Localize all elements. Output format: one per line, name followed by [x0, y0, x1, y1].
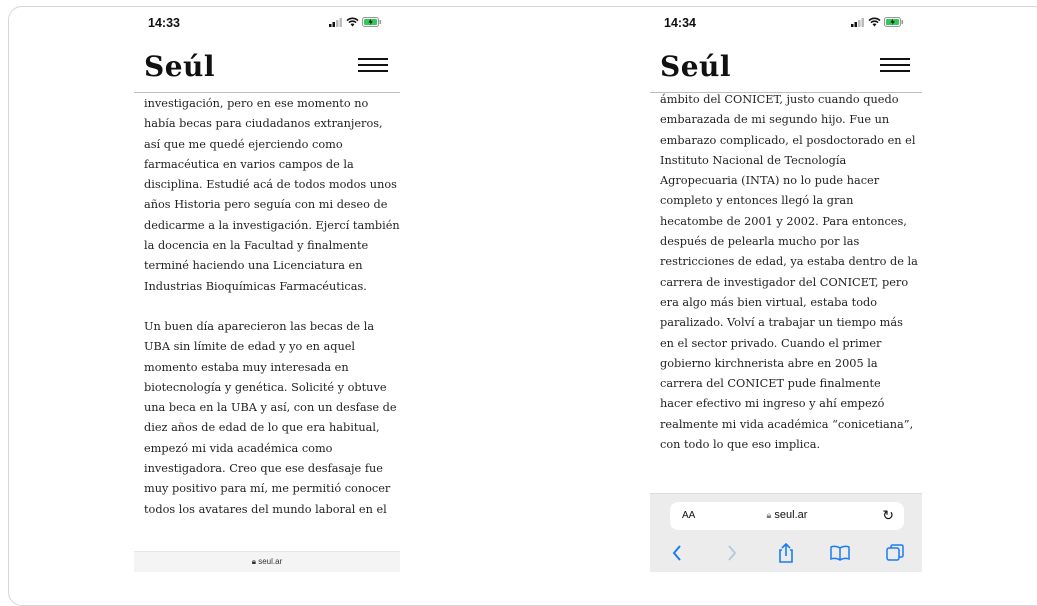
text-line: dedicarme a la investigación. Ejercí tam…: [144, 218, 400, 232]
phone-screen-right: 14:34 Seúl ámbito del CONICET, justo cua…: [650, 10, 922, 572]
hamburger-menu-icon[interactable]: [358, 58, 388, 74]
article-body: ámbito del CONICET, justo cuando quedo e…: [660, 90, 918, 455]
text-line: hecatombe de 2001 y 2002. Para entonces,: [660, 214, 907, 228]
url-footer[interactable]: 🔒︎ seul.ar: [134, 551, 400, 572]
phone-screen-left: 14:33 Seúl investigación, pero en ese mo…: [134, 10, 400, 572]
text-line: diez años de edad de lo que era habitual…: [144, 421, 380, 435]
signal-icon: [329, 17, 342, 27]
text-line: una beca en la UBA y así, con un desfase…: [144, 401, 397, 415]
footer-url: seul.ar: [258, 557, 283, 566]
text-line: años Historia pero seguía con mi deseo d…: [144, 198, 388, 212]
text-line: Industrias Bioquímicas Farmacéuticas.: [144, 279, 367, 293]
text-line: Instituto Nacional de Tecnología: [660, 153, 847, 167]
lock-icon: 🔒︎: [766, 510, 772, 520]
address-bar[interactable]: AA 🔒︎ seul.ar ↻: [670, 502, 904, 530]
battery-icon: [884, 17, 903, 27]
wifi-icon: [346, 17, 359, 27]
article-paragraph: Un buen día aparecieron las becas de la …: [144, 317, 397, 520]
text-line: terminé haciendo una Licenciatura en: [144, 259, 363, 273]
article-paragraph: ámbito del CONICET, justo cuando quedo e…: [660, 90, 918, 455]
browser-bar: AA 🔒︎ seul.ar ↻: [650, 493, 922, 572]
text-line: Agropecuaria (INTA) no lo pude hacer: [660, 174, 880, 188]
status-icons: [329, 17, 382, 27]
text-line: Un buen día aparecieron las becas de la: [144, 319, 375, 333]
text-line: embarazada de mi segundo hijo. Fue un: [660, 113, 890, 127]
browser-toolbar: [650, 540, 922, 566]
battery-icon: [362, 17, 381, 27]
wifi-icon: [868, 17, 881, 27]
text-line: hacer efectivo mi ingreso y ahí empezó: [660, 397, 885, 411]
text-line: gobierno kirchnerista abre en 2005 la: [660, 356, 878, 370]
text-line: empezó mi vida académica como: [144, 441, 333, 455]
text-line: todos los avatares del mundo laboral en …: [144, 502, 387, 516]
share-icon[interactable]: [773, 542, 799, 564]
text-line: completo y entonces llegó la gran: [660, 194, 854, 208]
back-icon[interactable]: [664, 542, 690, 564]
text-line: investigadora. Creo que ese desfasaje fu…: [144, 462, 383, 476]
url-text: seul.ar: [774, 509, 808, 521]
lock-icon: 🔒︎: [251, 557, 256, 566]
text-line: momento estaba muy interesada en: [144, 360, 349, 374]
tabs-icon[interactable]: [882, 542, 908, 564]
text-line: era algo más bien virtual, estaba todo: [660, 295, 878, 309]
text-line: restricciones de edad, ya estaba dentro …: [660, 255, 918, 269]
text-line: biotecnología y genética. Solicité y obt…: [144, 380, 387, 394]
text-line: UBA sin límite de edad y yo en aquel: [144, 340, 356, 354]
forward-icon[interactable]: [719, 542, 745, 564]
text-line: ámbito del CONICET, justo cuando quedo: [660, 93, 899, 106]
site-logo[interactable]: Seúl: [144, 50, 215, 83]
text-line: paralizado. Volví a trabajar un tiempo m…: [660, 316, 903, 330]
text-line: había becas para ciudadanos extranjeros,: [144, 117, 383, 131]
signal-icon: [851, 17, 864, 27]
header-divider: [134, 92, 400, 93]
text-line: disciplina. Estudié acá de todos modos u…: [144, 178, 397, 192]
reload-icon[interactable]: ↻: [882, 507, 894, 524]
text-line: así que me quedé ejerciendo como: [144, 137, 343, 151]
text-line: en el sector privado. Cuando el primer: [660, 336, 882, 350]
text-line: embarazo complicado, el posdoctorado en …: [660, 133, 916, 147]
status-icons: [851, 17, 904, 27]
text-line: la docencia en la Facultad y finalmente: [144, 239, 369, 253]
text-line: muy positivo para mí, me permitió conoce…: [144, 482, 391, 496]
article-paragraph: investigación, pero en ese momento no ha…: [144, 94, 400, 297]
hamburger-menu-icon[interactable]: [880, 58, 910, 74]
status-time: 14:34: [664, 16, 696, 30]
text-line: después de pelearla mucho por las: [660, 235, 860, 249]
bookmarks-icon[interactable]: [827, 542, 853, 564]
site-logo[interactable]: Seúl: [660, 50, 731, 83]
text-line: investigación, pero en ese momento no: [144, 97, 369, 110]
text-line: carrera del CONICET pude finalmente: [660, 377, 881, 391]
text-line: farmacéutica en varios campos de la: [144, 157, 354, 171]
article-body: investigación, pero en ese momento no ha…: [144, 94, 400, 520]
text-line: carrera de investigador del CONICET, per…: [660, 275, 909, 289]
status-time: 14:33: [148, 16, 180, 30]
text-line: realmente mi vida académica “conicetiana…: [660, 417, 914, 431]
text-line: con todo lo que eso implica.: [660, 438, 821, 452]
address-url[interactable]: 🔒︎ seul.ar: [670, 509, 904, 521]
